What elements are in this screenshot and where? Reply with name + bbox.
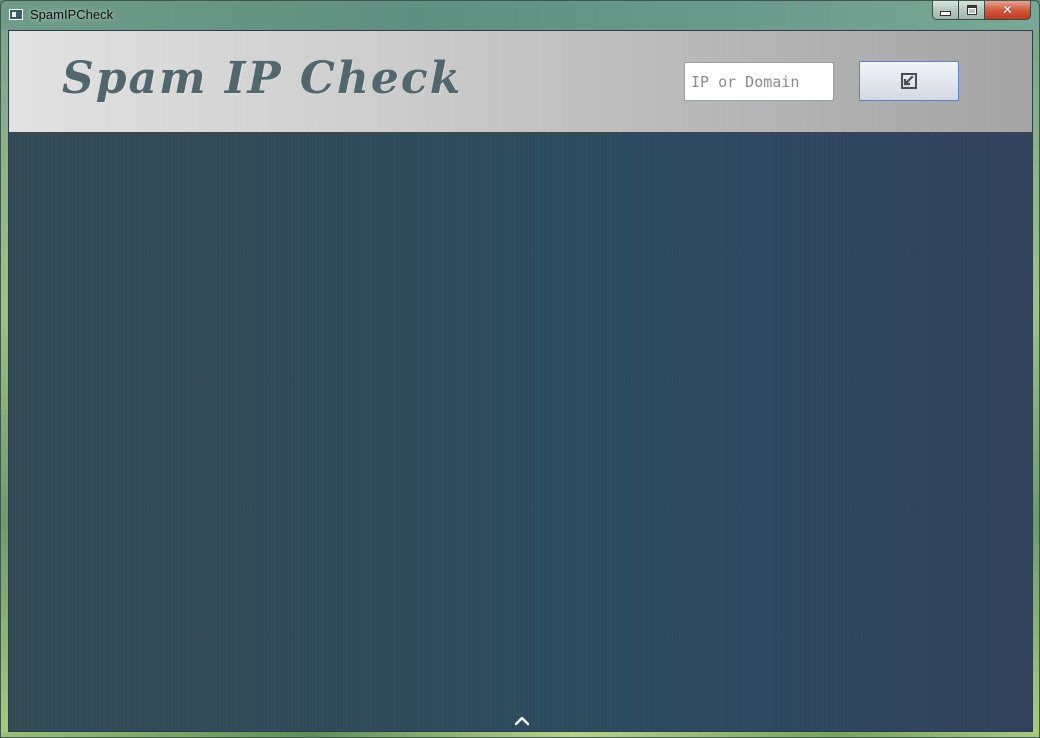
window-frame-left bbox=[1, 30, 8, 732]
maximize-button[interactable] bbox=[959, 1, 985, 20]
title-bar[interactable]: SpamIPCheck ✕ bbox=[1, 1, 1039, 29]
minimize-icon bbox=[940, 10, 951, 16]
app-title: Spam IP Check bbox=[62, 53, 463, 104]
desktop-background-strip bbox=[1, 732, 1039, 737]
check-button[interactable] bbox=[859, 61, 959, 101]
ip-domain-input[interactable] bbox=[684, 62, 834, 101]
arrow-into-box-icon bbox=[901, 73, 917, 89]
window-frame-right bbox=[1033, 30, 1039, 732]
close-icon: ✕ bbox=[1002, 2, 1013, 18]
results-panel bbox=[9, 134, 1032, 731]
chevron-up-icon bbox=[514, 716, 530, 726]
window-title: SpamIPCheck bbox=[30, 7, 114, 22]
close-button[interactable]: ✕ bbox=[985, 1, 1031, 20]
window-app-icon[interactable] bbox=[9, 9, 23, 20]
client-area: Spam IP Check bbox=[8, 30, 1033, 732]
window-controls: ✕ bbox=[932, 1, 1031, 21]
maximize-icon bbox=[966, 5, 977, 15]
expand-toggle[interactable] bbox=[512, 712, 532, 728]
app-window: SpamIPCheck ✕ Spam IP Check bbox=[0, 0, 1040, 738]
minimize-button[interactable] bbox=[932, 1, 959, 20]
app-header: Spam IP Check bbox=[9, 31, 1032, 134]
